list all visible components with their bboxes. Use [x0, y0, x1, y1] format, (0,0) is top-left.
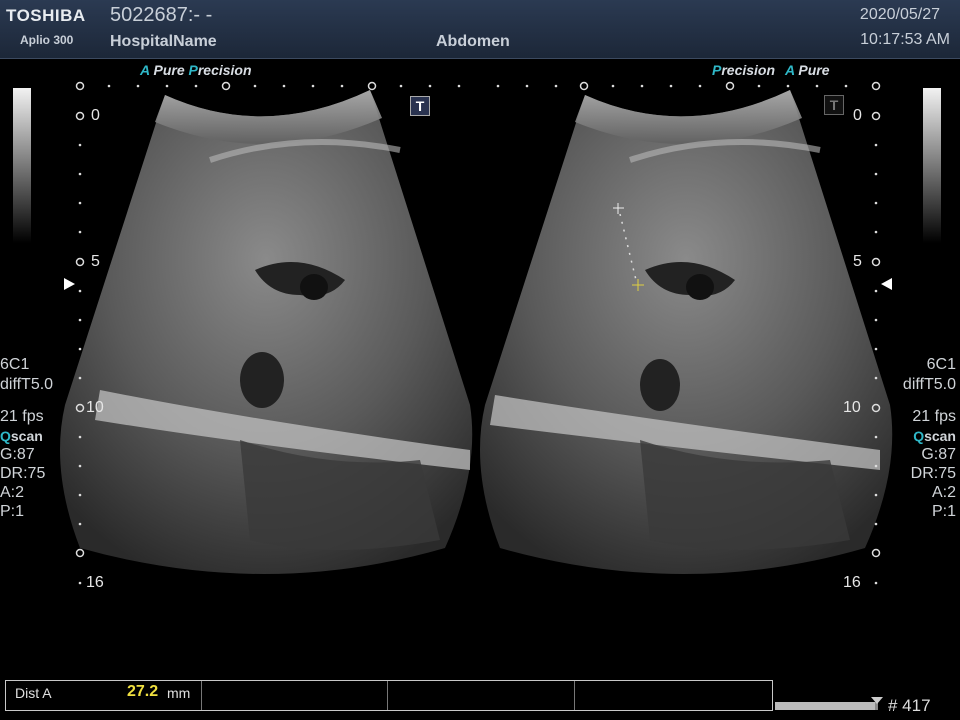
- probe-name: 6C1: [926, 356, 956, 373]
- right-depth-5: 5: [853, 253, 862, 270]
- preset-name: diffT5.0: [0, 376, 54, 393]
- measurement-cell-empty: [575, 681, 771, 710]
- right-scan-image: [480, 90, 893, 574]
- cine-progress-bar[interactable]: [775, 702, 878, 710]
- right-grayscale-bar: [923, 88, 941, 243]
- frame-rate: 21 fps: [912, 408, 956, 425]
- left-scan-image: [60, 90, 473, 574]
- right-focus-marker[interactable]: [881, 278, 892, 290]
- cine-progress-fill: [775, 702, 875, 710]
- right-depth-10: 10: [843, 399, 861, 416]
- measurement-label: Dist A: [15, 685, 52, 701]
- right-mode-label: Precision A Pure: [712, 62, 830, 78]
- measurement-panel: Dist A 27.2 mm: [5, 680, 773, 711]
- left-mode-label: A Pure Precision: [140, 62, 252, 78]
- a-value: A:2: [0, 484, 25, 501]
- left-grayscale-bar: [13, 88, 31, 243]
- measurement-value: 27.2: [127, 683, 159, 700]
- frame-rate: 21 fps: [0, 408, 44, 425]
- ultrasound-display: [60, 81, 893, 585]
- left-focus-marker[interactable]: [64, 278, 75, 290]
- left-depth-10: 10: [86, 399, 104, 416]
- measurement-unit: mm: [167, 685, 191, 701]
- qscan-label: Qscan: [0, 428, 43, 444]
- left-t-badge[interactable]: T: [410, 96, 430, 116]
- right-depth-16: 16: [843, 574, 861, 591]
- p-value: P:1: [931, 503, 956, 520]
- left-depth-16: 16: [86, 574, 104, 591]
- p-value: P:1: [0, 503, 25, 520]
- left-depth-5: 5: [91, 253, 100, 270]
- gain-value: G:87: [0, 446, 35, 463]
- frame-number: # 417: [888, 696, 931, 715]
- dynamic-range-value: DR:75: [910, 465, 956, 482]
- right-t-badge[interactable]: T: [824, 95, 844, 115]
- gain-value: G:87: [921, 446, 956, 463]
- measurement-cell-dist-a[interactable]: Dist A 27.2 mm: [6, 681, 202, 710]
- measurement-cell-empty: [201, 681, 388, 710]
- preset-name: diffT5.0: [902, 376, 956, 393]
- qscan-label: Qscan: [913, 428, 956, 444]
- left-params: 6C1 diffT5.0 21 fps Qscan G:87 DR:75 A:2…: [0, 355, 53, 521]
- probe-name: 6C1: [0, 356, 30, 373]
- right-depth-0: 0: [853, 107, 862, 124]
- right-params: 6C1 diffT5.0 21 fps Qscan G:87 DR:75 A:2…: [903, 355, 956, 521]
- a-value: A:2: [931, 484, 956, 501]
- left-depth-0: 0: [91, 107, 100, 124]
- measurement-cell-empty: [388, 681, 575, 710]
- top-scale-row: [75, 81, 881, 91]
- dynamic-range-value: DR:75: [0, 465, 46, 482]
